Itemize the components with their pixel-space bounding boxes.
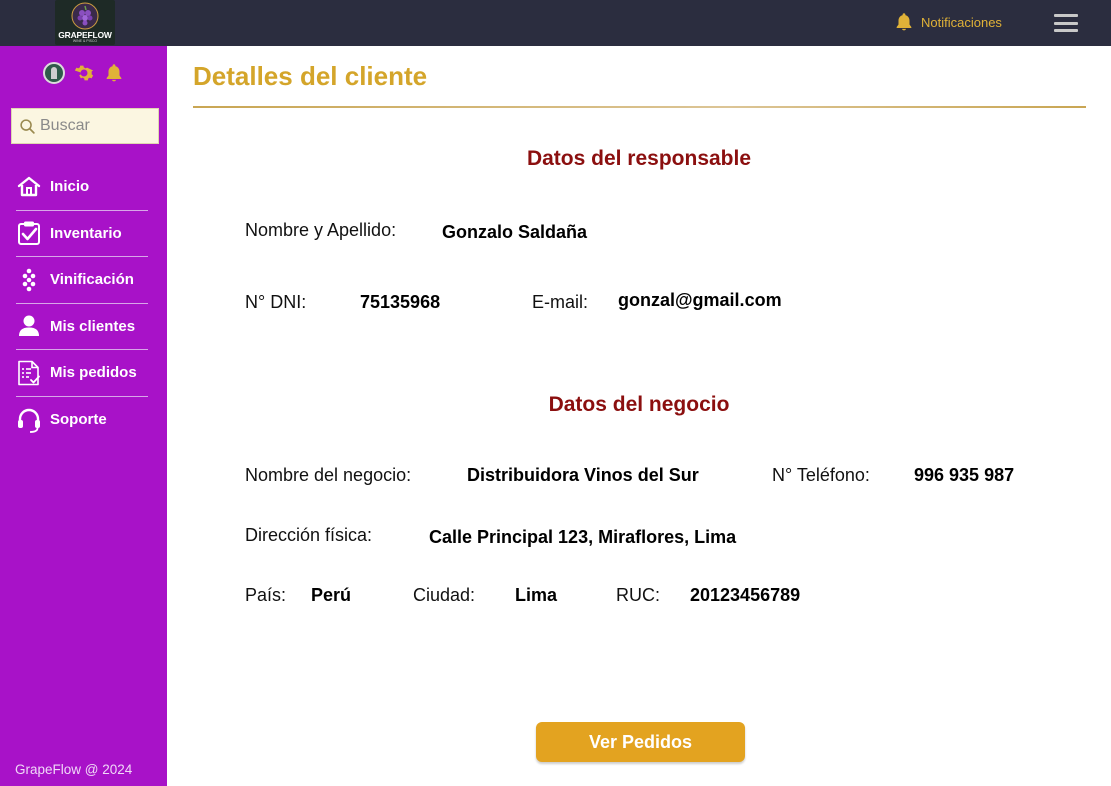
logo-subtitle: WINE & PISCO [72, 39, 98, 43]
address-value: Calle Principal 123, Miraflores, Lima [429, 527, 737, 547]
grapes-icon [22, 268, 36, 292]
hamburger-menu-icon[interactable] [1052, 12, 1080, 34]
city-value: Lima [515, 585, 558, 605]
user-icon [19, 315, 39, 337]
sidebar-item-label: Inicio [50, 178, 90, 196]
name-value: Gonzalo Saldaña [442, 222, 588, 242]
section-title-responsable: Datos del responsable [526, 147, 752, 170]
sidebar-item-label: Vinificación [50, 271, 134, 289]
home-icon [17, 176, 41, 196]
email-label: E-mail: [532, 292, 589, 312]
sidebar-item-soporte[interactable]: Soporte [16, 397, 148, 444]
app-logo[interactable]: GRAPEFLOW WINE & PISCO [55, 0, 115, 45]
notifications-button[interactable]: Notificaciones [893, 11, 1002, 33]
gear-icon[interactable] [73, 62, 95, 84]
sidebar-item-label: Soporte [50, 411, 107, 429]
headset-icon [18, 408, 40, 433]
business-name-value: Distribuidora Vinos del Sur [467, 465, 699, 485]
ruc-label: RUC: [616, 585, 660, 605]
document-list-icon [18, 360, 40, 386]
ruc-value: 20123456789 [690, 585, 801, 605]
search-icon [20, 118, 35, 134]
country-value: Perú [311, 585, 352, 605]
search-input[interactable] [40, 117, 150, 135]
grape-logo-icon [71, 2, 99, 30]
sidebar-item-label: Mis pedidos [50, 364, 137, 382]
phone-label: N° Teléfono: [772, 465, 870, 485]
sidebar-footer: GrapeFlow @ 2024 [15, 762, 133, 777]
city-label: Ciudad: [413, 585, 476, 605]
dni-value: 75135968 [360, 292, 441, 312]
avatar[interactable] [43, 62, 65, 84]
address-label: Dirección física: [245, 525, 373, 545]
clipboard-check-icon [18, 221, 40, 246]
bell-icon[interactable] [103, 62, 125, 84]
email-value: gonzal@gmail.com [618, 290, 782, 310]
name-label: Nombre y Apellido: [245, 220, 397, 240]
sidebar-item-label: Mis clientes [50, 317, 136, 335]
business-name-label: Nombre del negocio: [245, 465, 412, 485]
title-divider [193, 106, 1086, 108]
section-title-negocio: Datos del negocio [548, 393, 730, 416]
page-title: Detalles del cliente [193, 61, 428, 91]
sidebar-item-mis-pedidos[interactable]: Mis pedidos [16, 350, 148, 397]
search-box[interactable] [11, 108, 159, 144]
country-label: País: [245, 585, 287, 605]
ver-pedidos-button[interactable]: Ver Pedidos [536, 722, 745, 762]
sidebar-quick-icons [43, 62, 125, 84]
sidebar-item-inventario[interactable]: Inventario [16, 211, 148, 257]
sidebar-item-label: Inventario [50, 224, 122, 242]
sidebar-item-inicio[interactable]: Inicio [16, 164, 148, 211]
dni-label: N° DNI: [245, 292, 307, 312]
bell-icon [896, 13, 912, 31]
top-bar: GRAPEFLOW WINE & PISCO Notificaciones [0, 0, 1111, 46]
sidebar-item-vinificacion[interactable]: Vinificación [16, 257, 148, 304]
phone-value: 996 935 987 [914, 465, 1015, 485]
notifications-label: Notificaciones [921, 14, 1002, 30]
sidebar-nav: Inicio Inventario Vinificación Mis clien… [16, 164, 148, 443]
sidebar: Inicio Inventario Vinificación [0, 46, 167, 786]
sidebar-item-mis-clientes[interactable]: Mis clientes [16, 304, 148, 350]
